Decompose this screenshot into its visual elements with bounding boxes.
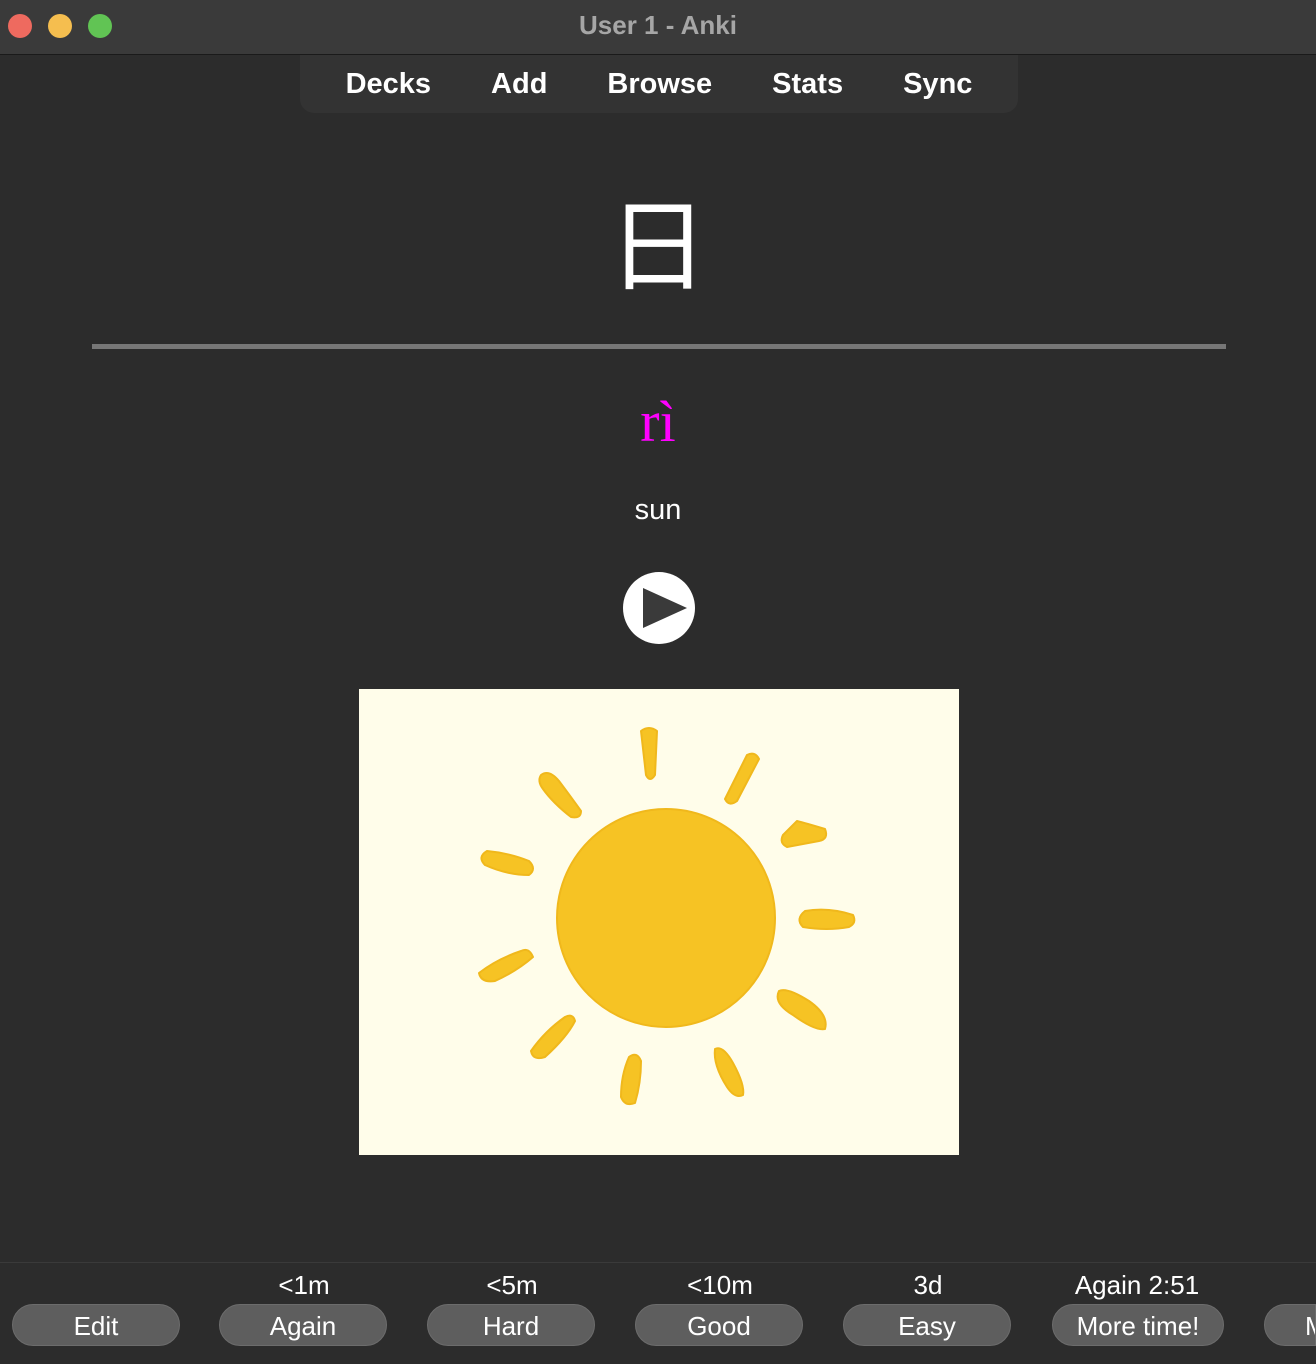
play-audio-icon[interactable] <box>622 571 696 645</box>
main-toolbar: Decks Add Browse Stats Sync <box>300 55 1018 113</box>
edit-button[interactable]: Edit <box>12 1304 180 1346</box>
toolbar-stats[interactable]: Stats <box>742 55 873 113</box>
anki-window: User 1 - Anki Decks Add Browse Stats Syn… <box>0 0 1316 1364</box>
card-image <box>359 689 959 1155</box>
toolbar-sync[interactable]: Sync <box>873 55 1002 113</box>
timer-section: Again 2:51 <box>1052 1263 1222 1303</box>
toolbar-decks[interactable]: Decks <box>316 55 461 113</box>
hard-interval: <5m <box>486 1270 538 1300</box>
toolbar-browse[interactable]: Browse <box>577 55 742 113</box>
easy-button[interactable]: Easy <box>843 1304 1011 1346</box>
title-bar: User 1 - Anki <box>0 0 1316 55</box>
sun-drawing-icon <box>478 727 856 1106</box>
again-interval: <1m <box>278 1270 330 1300</box>
more-time-button[interactable]: More time! <box>1052 1304 1224 1346</box>
timer-countdown: Again 2:51 <box>1074 1270 1200 1300</box>
answer-hard: <5m <box>427 1263 597 1303</box>
card-pinyin: rì <box>640 389 676 454</box>
window-title: User 1 - Anki <box>579 10 737 40</box>
hard-button[interactable]: Hard <box>427 1304 595 1346</box>
toolbar-add[interactable]: Add <box>461 55 577 113</box>
answer-bar: Edit <1m Again <5m Hard <10m Good 3d Eas… <box>0 1262 1316 1364</box>
more-button[interactable]: M <box>1264 1304 1316 1346</box>
answer-divider <box>92 344 1226 349</box>
easy-interval: 3d <box>913 1270 943 1300</box>
answer-easy: 3d <box>843 1263 1013 1303</box>
card-front-character: 日 <box>608 189 708 306</box>
answer-again: <1m <box>219 1263 389 1303</box>
card-meaning: sun <box>634 494 682 526</box>
answer-good: <10m <box>635 1263 805 1303</box>
again-button[interactable]: Again <box>219 1304 387 1346</box>
good-button[interactable]: Good <box>635 1304 803 1346</box>
good-interval: <10m <box>687 1270 753 1300</box>
